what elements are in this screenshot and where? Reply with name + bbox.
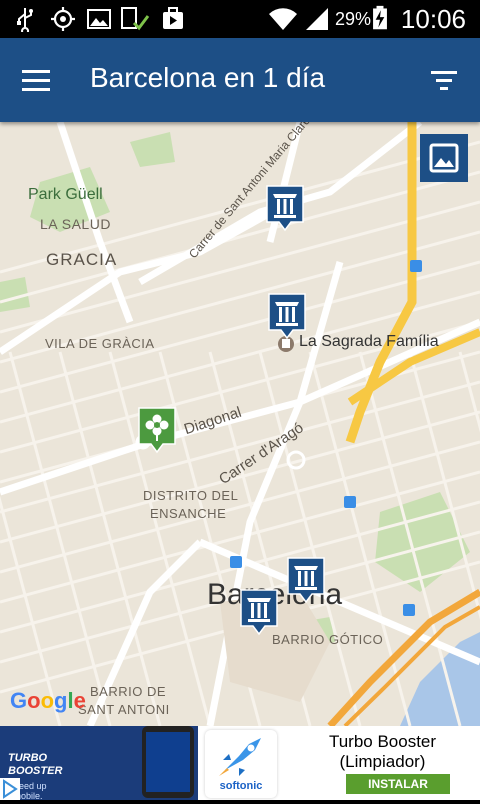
flower-icon <box>138 407 176 454</box>
page-title: Barcelona en 1 día <box>90 62 326 93</box>
column-monument-icon <box>266 185 304 232</box>
app-bar: Barcelona en 1 día <box>0 38 480 122</box>
map-view[interactable]: Park Güell LA SALUD GRACIA VILA DE GRÀCI… <box>0 122 480 726</box>
ad-phone-screen <box>146 732 190 792</box>
battery-charging-icon <box>373 5 387 30</box>
monument-marker-1[interactable] <box>265 184 305 232</box>
column-monument-icon <box>287 557 325 604</box>
image-icon <box>87 9 111 29</box>
status-bar: 29% 10:06 <box>0 0 480 38</box>
ad-banner[interactable]: TURBO BOOSTER Speed up r mobile. softonic … <box>0 726 480 800</box>
monument-marker-2[interactable] <box>267 292 307 340</box>
label-gracia: GRACIA <box>46 250 118 269</box>
google-logo: Google <box>10 688 86 713</box>
battery-percent: 29% <box>335 9 372 29</box>
filter-button[interactable] <box>428 64 460 96</box>
label-vila-de-gracia: VILA DE GRÀCIA <box>45 336 155 351</box>
menu-button[interactable] <box>18 62 54 98</box>
label-barrio-gotico: BARRIO GÓTICO <box>272 632 384 647</box>
device-check-icon <box>121 7 150 31</box>
label-distrito-line1: DISTRITO DEL <box>143 488 239 503</box>
monument-marker-3[interactable] <box>286 556 326 604</box>
ad-title[interactable]: Turbo Booster (Limpiador) <box>290 732 475 772</box>
ad-choices-icon[interactable] <box>0 778 20 800</box>
label-la-salud: LA SALUD <box>40 216 111 232</box>
usb-icon <box>17 8 33 32</box>
park-marker[interactable] <box>137 406 177 454</box>
signal-icon <box>306 8 328 30</box>
hamburger-menu-icon <box>22 70 50 91</box>
label-park-guell: Park Güell <box>28 186 103 203</box>
image-layers-icon <box>429 143 459 173</box>
monument-marker-4[interactable] <box>239 588 279 636</box>
label-barrio-sant-antoni-line2: SANT ANTONI <box>78 702 170 717</box>
clock: 10:06 <box>400 4 466 34</box>
briefcase-play-icon <box>163 7 183 29</box>
ad-app-logo[interactable]: softonic <box>205 730 277 798</box>
gps-icon <box>51 7 75 31</box>
ad-image-title: TURBO BOOSTER <box>8 752 63 777</box>
filter-icon <box>431 71 457 90</box>
ad-image[interactable]: TURBO BOOSTER Speed up r mobile. <box>0 726 198 800</box>
ad-logo-text: softonic <box>219 780 263 792</box>
label-sagrada-familia: La Sagrada Família <box>299 333 439 350</box>
label-barrio-sant-antoni-line1: BARRIO DE <box>90 684 167 699</box>
label-distrito-line2: ENSANCHE <box>150 506 227 521</box>
rocket-icon <box>219 738 261 776</box>
wifi-icon <box>269 8 297 30</box>
column-monument-icon <box>268 293 306 340</box>
map-layers-button[interactable] <box>420 134 468 182</box>
column-monument-icon <box>240 589 278 636</box>
install-button[interactable]: INSTALAR <box>346 774 450 794</box>
